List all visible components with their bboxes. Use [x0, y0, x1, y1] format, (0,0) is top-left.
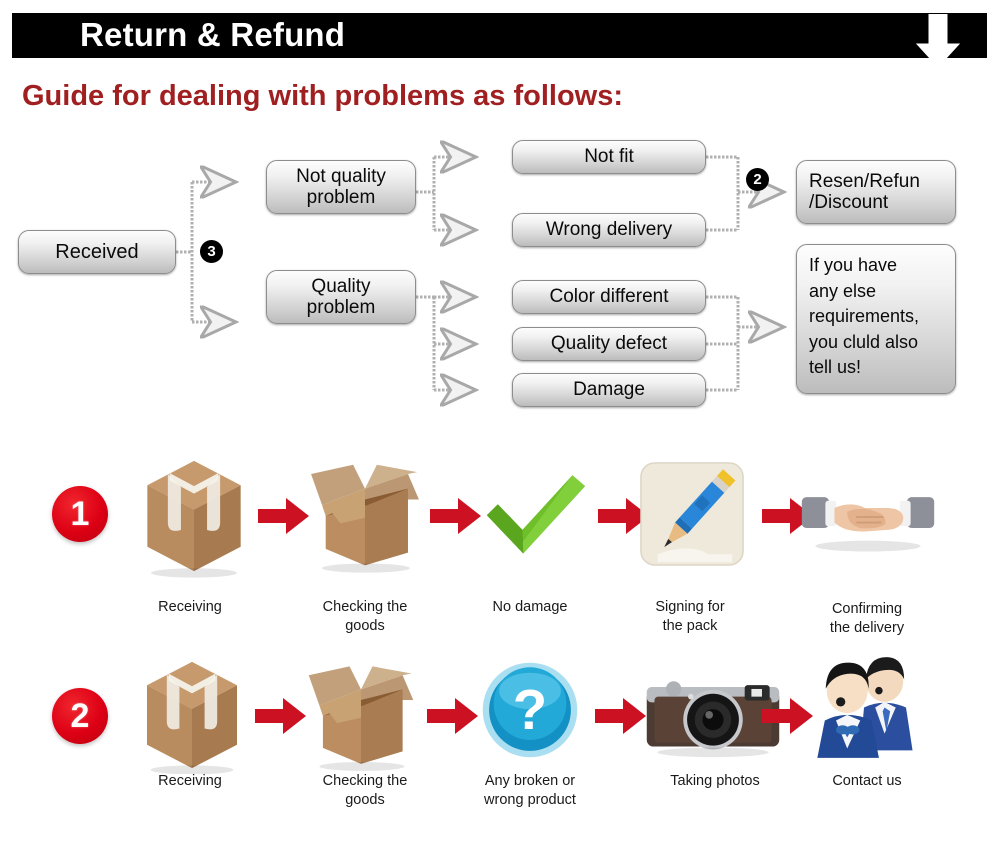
flow-node-received[interactable]: Received	[18, 230, 176, 274]
caption-line: Checking the	[322, 599, 408, 615]
not-quality-line1: Not quality	[296, 165, 386, 187]
caption-line: Signing for	[655, 599, 725, 615]
quality-line2: problem	[306, 297, 376, 318]
note-line5: tell us!	[809, 357, 862, 378]
note-line1: If you have	[809, 255, 898, 275]
flow-node-quality-problem[interactable]: Quality problem	[266, 270, 416, 324]
caption-line: the pack	[662, 617, 718, 634]
handshake-icon	[800, 476, 936, 560]
note-line4: you cluld also	[809, 331, 919, 352]
process-steps: ?	[0, 438, 1000, 841]
step-number-2: 2	[52, 688, 108, 744]
caption-line: the delivery	[829, 619, 905, 636]
flow-badge-3: 3	[200, 240, 223, 263]
caption-line: Receiving	[158, 773, 222, 789]
flow-node-wrong-delivery[interactable]: Wrong delivery	[512, 213, 706, 247]
page-title: Return & Refund	[80, 15, 346, 53]
outcome-line1: Resen/Refun	[809, 170, 920, 192]
note-line3: requirements,	[809, 306, 920, 327]
step-caption-receiving-2: Receiving	[105, 772, 275, 791]
closed-box-icon	[138, 656, 246, 774]
step-caption-receiving-1: Receiving	[105, 598, 275, 617]
flow-node-color-different[interactable]: Color different	[512, 280, 706, 314]
flow-badge-2: 2	[746, 168, 769, 191]
red-right-arrow-icon	[427, 696, 479, 736]
blue-question-icon	[480, 660, 580, 760]
step-row-1: 1 Receiving Checking the goods No damage…	[0, 438, 1000, 638]
step-caption-any-broken: Any broken or wrong product	[445, 772, 615, 809]
caption-line: Taking photos	[670, 773, 760, 789]
caption-line: Checking the	[322, 773, 408, 789]
caption-line: Confirming	[831, 601, 903, 617]
step-caption-no-damage: No damage	[445, 598, 615, 617]
caption-line: No damage	[492, 599, 568, 615]
note-line2: any else	[809, 280, 877, 301]
guide-heading: Guide for dealing with problems as follo…	[22, 80, 623, 112]
step-row-2: 2 Receiving Checking the goods Any broke…	[0, 644, 1000, 844]
red-right-arrow-icon	[762, 696, 814, 736]
down-arrow-icon	[915, 14, 961, 68]
step-caption-contact-us: Contact us	[782, 772, 952, 791]
header-bar: Return & Refund	[12, 13, 987, 58]
step-caption-checking-goods-2: Checking the goods	[280, 772, 450, 809]
flow-node-quality-defect[interactable]: Quality defect	[512, 327, 706, 361]
open-box-icon	[300, 654, 422, 778]
caption-line: wrong product	[484, 791, 576, 808]
caption-line: Receiving	[158, 599, 222, 615]
caption-line: Contact us	[832, 773, 902, 789]
outcome-line2: /Discount	[809, 192, 889, 213]
problem-flowchart: Received 3 Not quality problem Quality p…	[0, 132, 1000, 430]
caption-line: goods	[345, 617, 385, 634]
step-number-1: 1	[52, 486, 108, 542]
not-quality-line2: problem	[306, 187, 376, 208]
flow-node-not-fit[interactable]: Not fit	[512, 140, 706, 174]
flow-node-not-quality-problem[interactable]: Not quality problem	[266, 160, 416, 214]
closed-box-icon	[138, 454, 250, 578]
flow-node-resend-refund-discount[interactable]: Resen/Refun /Discount	[796, 160, 956, 224]
support-agents-icon	[808, 652, 920, 762]
green-check-icon	[479, 468, 593, 568]
step-caption-signing: Signing for the pack	[605, 598, 775, 635]
flow-node-extra-requirements[interactable]: If you have any else requirements, you c…	[796, 244, 956, 394]
step-caption-taking-photos: Taking photos	[630, 772, 800, 791]
red-right-arrow-icon	[430, 496, 482, 536]
flow-node-damage[interactable]: Damage	[512, 373, 706, 407]
quality-line1: Quality	[311, 275, 371, 297]
pencil-signing-icon	[638, 460, 746, 568]
return-refund-page: Return & Refund Guide for dealing with p…	[0, 0, 1000, 841]
step-caption-checking-goods-1: Checking the goods	[280, 598, 450, 635]
caption-line: Any broken or	[484, 773, 576, 789]
step-caption-confirming: Confirming the delivery	[782, 600, 952, 637]
caption-line: goods	[345, 791, 385, 808]
open-box-icon	[303, 452, 427, 580]
